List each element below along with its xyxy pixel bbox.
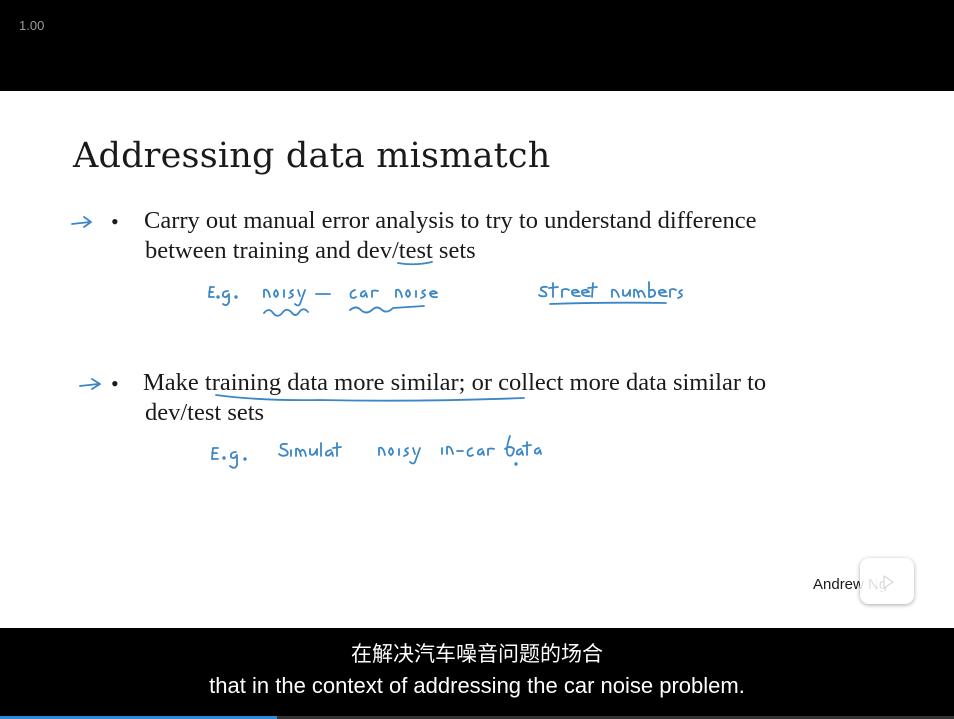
handwriting-eg-noisy-car-noise xyxy=(208,286,438,317)
subtitle-english: that in the context of addressing the ca… xyxy=(209,673,745,698)
arrow-icon xyxy=(71,216,92,228)
video-top-bar: 1.00 xyxy=(0,0,954,91)
play-button[interactable] xyxy=(860,558,914,604)
playback-speed-label[interactable]: 1.00 xyxy=(19,18,44,33)
subtitle-chinese: 在解决汽车噪音问题的场合 xyxy=(351,642,603,666)
lecture-slide: Addressing data mismatch • Carry out man… xyxy=(0,91,954,628)
arrow-icon xyxy=(79,378,101,390)
play-icon xyxy=(876,571,898,593)
handwriting-street-numbers xyxy=(538,281,683,305)
subtitle-bar: 在解决汽车噪音问题的场合 that in the context of addr… xyxy=(0,628,954,719)
handwritten-annotations xyxy=(71,216,683,469)
handwriting-eg-simulate-noisy-in-car-data xyxy=(211,435,542,469)
